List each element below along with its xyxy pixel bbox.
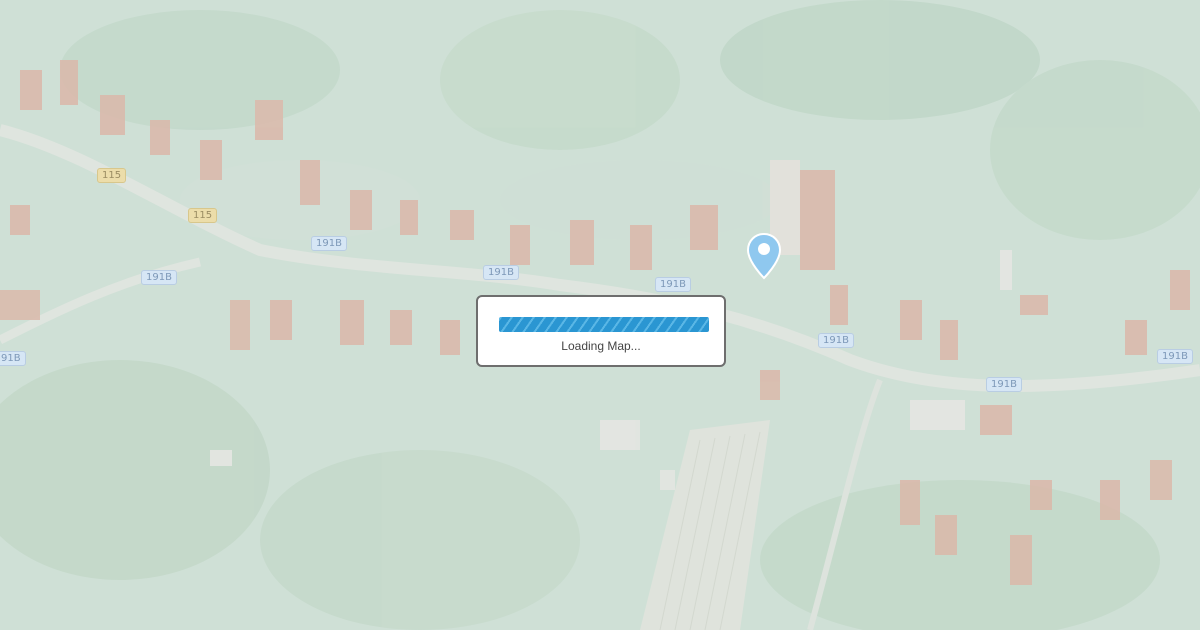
- road-label: 91B: [0, 351, 26, 366]
- map-pin-icon[interactable]: [746, 232, 782, 280]
- loading-text: Loading Map...: [561, 339, 641, 353]
- road-label: 191B: [483, 265, 519, 280]
- road-label: 191B: [655, 277, 691, 292]
- loading-dialog: Loading Map...: [476, 295, 726, 367]
- road-label: 191B: [986, 377, 1022, 392]
- road-label: 191B: [1157, 349, 1193, 364]
- loading-progress-fill: [499, 317, 709, 332]
- road-label: 191B: [141, 270, 177, 285]
- road-label: 191B: [311, 236, 347, 251]
- map-canvas[interactable]: 115 115 191B 191B 191B 191B 191B 191B 19…: [0, 0, 1200, 630]
- road-label: 115: [97, 168, 127, 183]
- road-label: 191B: [818, 333, 854, 348]
- road-label: 115: [188, 208, 218, 223]
- loading-progress-bar: [499, 317, 709, 332]
